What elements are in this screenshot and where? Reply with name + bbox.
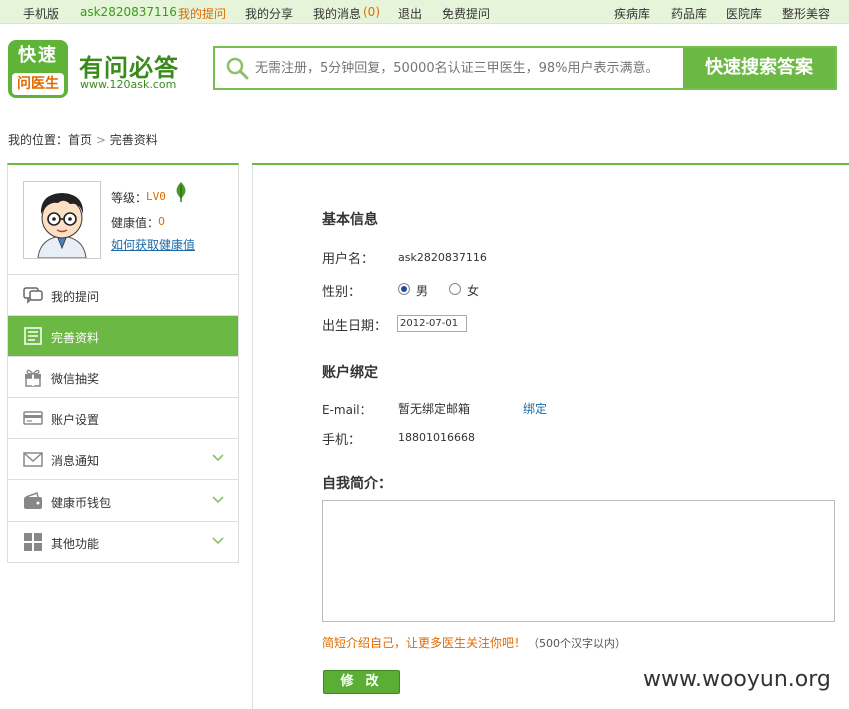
- account-binding-title: 账户绑定: [322, 365, 378, 381]
- search-button[interactable]: 快速搜索答案: [683, 48, 835, 88]
- drug-db-link[interactable]: 药品库: [671, 5, 707, 22]
- profile-card: 等级： LV0 健康值： 0 如何获取健康值: [8, 165, 238, 275]
- bio-length-limit: （500个汉字以内）: [528, 637, 626, 650]
- bio-title: 自我简介：: [322, 476, 392, 492]
- breadcrumb-separator: >: [95, 133, 106, 147]
- gender-female-label[interactable]: 女: [467, 282, 479, 299]
- search-icon: [226, 57, 249, 80]
- speech-bubble-icon: [23, 287, 43, 304]
- sidebar-item-label: 健康币钱包: [51, 496, 112, 510]
- gender-female-radio[interactable]: [449, 283, 461, 295]
- sidebar-item-notifications[interactable]: 消息通知: [8, 439, 238, 480]
- birthday-label: 出生日期：: [322, 319, 388, 334]
- sidebar-item-other-functions[interactable]: 其他功能: [8, 522, 238, 563]
- brand-url: www.120ask.com: [80, 78, 177, 91]
- level-label: 等级：: [111, 191, 148, 205]
- search-input[interactable]: [255, 48, 683, 88]
- email-value: 暂无绑定邮箱: [398, 402, 471, 416]
- sidebar-item-label: 完善资料: [51, 331, 100, 345]
- submit-button[interactable]: 修改: [323, 670, 400, 694]
- envelope-icon: [23, 452, 43, 467]
- logout-link[interactable]: 退出: [398, 5, 422, 22]
- logo-bottom-text: 问医生: [12, 73, 64, 95]
- breadcrumb: 我的位置：首页 > 完善资料: [8, 131, 158, 148]
- phone-value: 18801016668: [398, 431, 475, 444]
- phone-label: 手机：: [322, 433, 362, 448]
- sidebar-item-label: 其他功能: [51, 537, 100, 551]
- my-questions-link[interactable]: 我的提问: [178, 5, 226, 22]
- basic-info-title: 基本信息: [322, 212, 378, 228]
- card-icon: [23, 411, 43, 425]
- cosmetic-link[interactable]: 整形美容: [782, 5, 830, 22]
- sidebar-item-complete-profile[interactable]: 完善资料: [8, 316, 238, 357]
- sidebar-item-label: 消息通知: [51, 454, 100, 468]
- wallet-icon: [24, 492, 42, 509]
- free-ask-link[interactable]: 免费提问: [442, 5, 490, 22]
- document-icon: [24, 327, 42, 345]
- main-panel-border: [252, 163, 253, 709]
- doctor-avatar-icon: [24, 182, 100, 259]
- breadcrumb-current: 完善资料: [109, 133, 158, 147]
- level-leaf-icon: [176, 182, 186, 202]
- grid-icon: [24, 533, 42, 551]
- sidebar: 等级： LV0 健康值： 0 如何获取健康值 我的提问 完善资料 微信抽奖 账户…: [7, 163, 239, 563]
- site-logo[interactable]: 快速 问医生: [8, 40, 68, 98]
- username-link[interactable]: ask2820837116: [80, 5, 177, 19]
- mobile-link[interactable]: 手机版: [23, 5, 59, 22]
- main-panel-top-border: [252, 163, 849, 165]
- level-value: LV0: [146, 190, 166, 203]
- bio-hint: 简短介绍自己，让更多医生关注你吧！: [322, 636, 527, 650]
- breadcrumb-prefix: 我的位置：: [8, 133, 69, 147]
- birthday-input[interactable]: 2012-07-01: [397, 315, 467, 332]
- gender-male-label[interactable]: 男: [416, 282, 428, 299]
- disease-db-link[interactable]: 疾病库: [614, 5, 650, 22]
- my-shares-link[interactable]: 我的分享: [245, 5, 293, 22]
- sidebar-item-coin-wallet[interactable]: 健康币钱包: [8, 481, 238, 522]
- sidebar-item-label: 账户设置: [51, 413, 100, 427]
- username-label: 用户名：: [322, 252, 375, 267]
- bind-email-link[interactable]: 绑定: [523, 400, 547, 417]
- sidebar-item-label: 我的提问: [51, 290, 100, 304]
- sidebar-item-label: 微信抽奖: [51, 372, 100, 386]
- hospital-db-link[interactable]: 医院库: [726, 5, 762, 22]
- gender-male-radio[interactable]: [398, 283, 410, 295]
- gender-label: 性别：: [322, 285, 362, 300]
- username-value: ask2820837116: [398, 251, 487, 264]
- watermark: www.wooyun.org: [643, 667, 831, 692]
- sidebar-item-account-settings[interactable]: 账户设置: [8, 398, 238, 439]
- gift-icon: [25, 369, 41, 387]
- bio-textarea[interactable]: [322, 500, 835, 622]
- sidebar-item-my-questions[interactable]: 我的提问: [8, 275, 238, 316]
- breadcrumb-home[interactable]: 首页: [68, 133, 92, 147]
- email-label: E-mail：: [322, 403, 372, 417]
- chevron-down-icon[interactable]: [212, 453, 224, 463]
- how-to-get-health-link[interactable]: 如何获取健康值: [111, 236, 195, 253]
- sidebar-item-wechat-lottery[interactable]: 微信抽奖: [8, 357, 238, 398]
- top-nav-bar: 手机版 ask2820837116 我的提问 我的分享 我的消息 (0) 退出 …: [0, 0, 849, 24]
- my-messages-link[interactable]: 我的消息: [313, 5, 361, 22]
- logo-top-text: 快速: [18, 45, 58, 66]
- health-value: 0: [158, 215, 165, 228]
- message-count-badge: (0): [363, 5, 380, 19]
- chevron-down-icon[interactable]: [212, 536, 224, 546]
- health-label: 健康值：: [111, 216, 160, 230]
- chevron-down-icon[interactable]: [212, 495, 224, 505]
- avatar[interactable]: [23, 181, 101, 259]
- search-bar: 快速搜索答案: [213, 46, 837, 90]
